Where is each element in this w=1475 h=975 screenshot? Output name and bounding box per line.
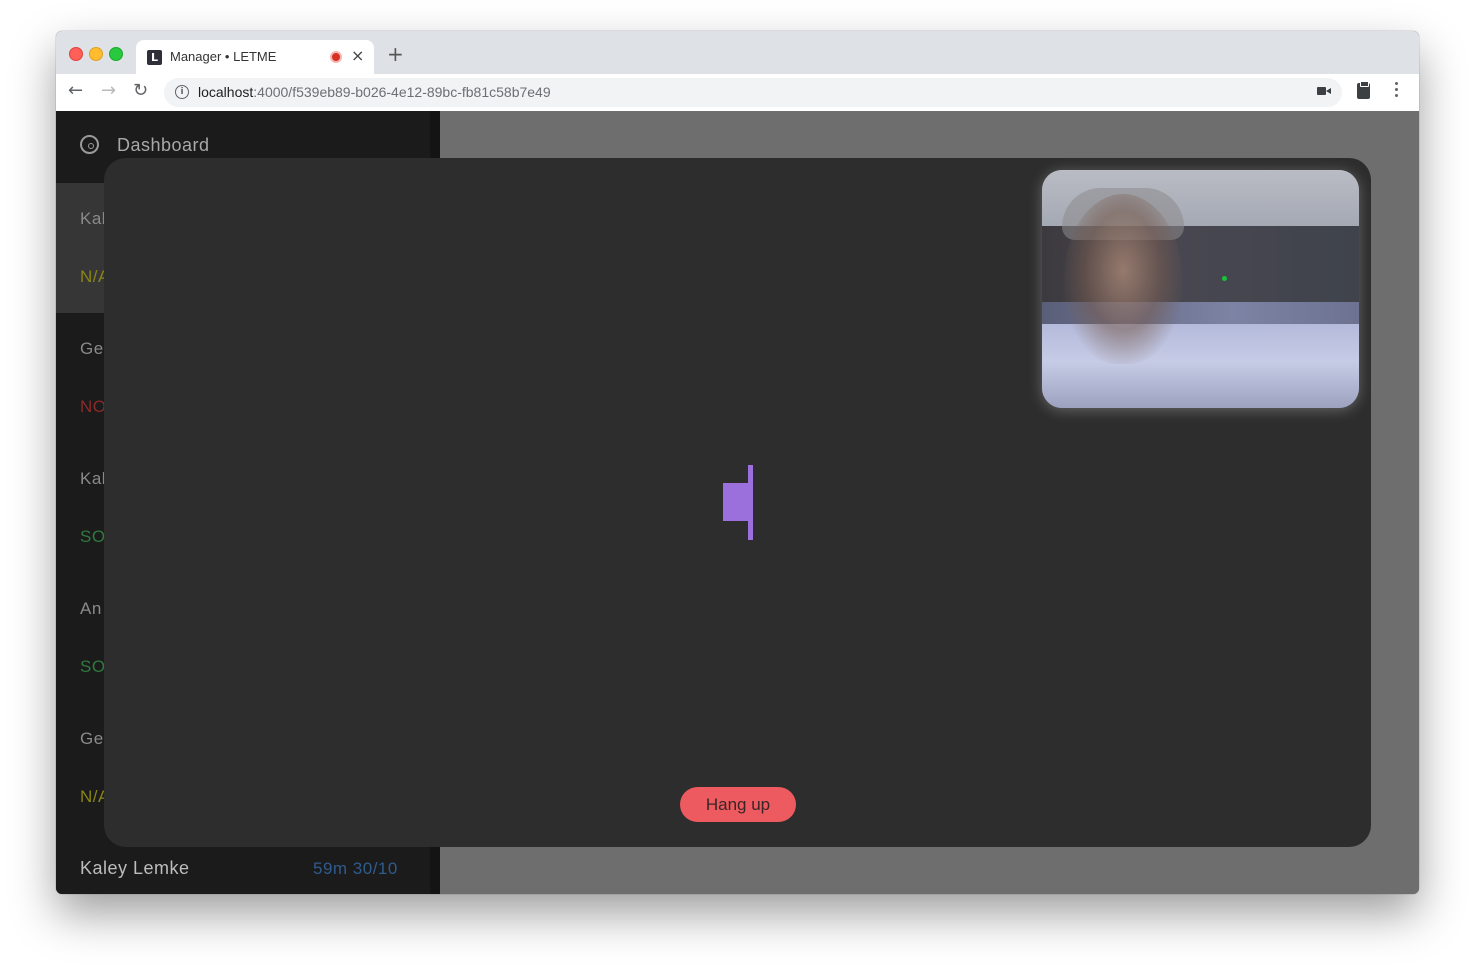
forward-button[interactable]: →	[101, 81, 116, 101]
list-item-status: SO	[80, 657, 106, 676]
hang-up-button[interactable]: Hang up	[680, 787, 796, 822]
audio-level-meter	[723, 465, 753, 540]
sidebar-item-label: Dashboard	[117, 135, 210, 155]
tab-title: Manager • LETME	[170, 49, 277, 64]
browser-window: L Manager • LETME × + ← → ↻ i localhost:…	[56, 31, 1419, 894]
zoom-window-button[interactable]	[109, 47, 123, 61]
list-item-name[interactable]: Kal	[80, 469, 106, 489]
list-item-status: SO	[80, 527, 106, 546]
tab-strip: L Manager • LETME × +	[56, 31, 1419, 74]
list-item-meta: 59m 30/10	[313, 859, 398, 878]
url-text: localhost:4000/f539eb89-b026-4e12-89bc-f…	[198, 84, 551, 100]
list-item-name[interactable]: Kaley Lemke	[80, 858, 190, 879]
minimize-window-button[interactable]	[89, 47, 103, 61]
list-item-name[interactable]: Ge	[80, 339, 104, 359]
back-button[interactable]: ←	[68, 81, 83, 101]
dashboard-gauge-icon	[80, 135, 99, 154]
list-item-name[interactable]: Ge	[80, 729, 104, 749]
video-call-modal: Hang up	[104, 158, 1371, 847]
browser-tab[interactable]: L Manager • LETME ×	[136, 40, 374, 74]
menu-icon[interactable]	[1395, 82, 1399, 100]
url-path: :4000/f539eb89-b026-4e12-89bc-fb81c58b7e…	[253, 84, 551, 100]
browser-toolbar: ← → ↻ i localhost:4000/f539eb89-b026-4e1…	[56, 74, 1419, 112]
list-item-name[interactable]: Kal	[80, 209, 106, 229]
address-bar[interactable]: i localhost:4000/f539eb89-b026-4e12-89bc…	[164, 78, 1342, 107]
reload-button[interactable]: ↻	[133, 81, 148, 101]
camera-icon[interactable]	[1317, 87, 1331, 95]
url-host: localhost	[198, 84, 254, 100]
camera-active-indicator	[1222, 276, 1227, 281]
close-window-button[interactable]	[69, 47, 83, 61]
list-item-name[interactable]: An	[80, 599, 102, 619]
clipboard-icon[interactable]	[1357, 81, 1370, 99]
favicon-icon: L	[147, 50, 162, 65]
list-item-status: NO	[80, 397, 107, 416]
site-info-icon[interactable]: i	[175, 85, 189, 99]
self-video-preview	[1042, 170, 1359, 408]
app-viewport: Dashboard Kal N/A Ge NO Kal SO An SO Ge …	[56, 111, 1419, 894]
recording-dot-icon	[330, 51, 342, 63]
tab-close-icon[interactable]: ×	[351, 46, 364, 65]
new-tab-button[interactable]: +	[387, 44, 404, 64]
